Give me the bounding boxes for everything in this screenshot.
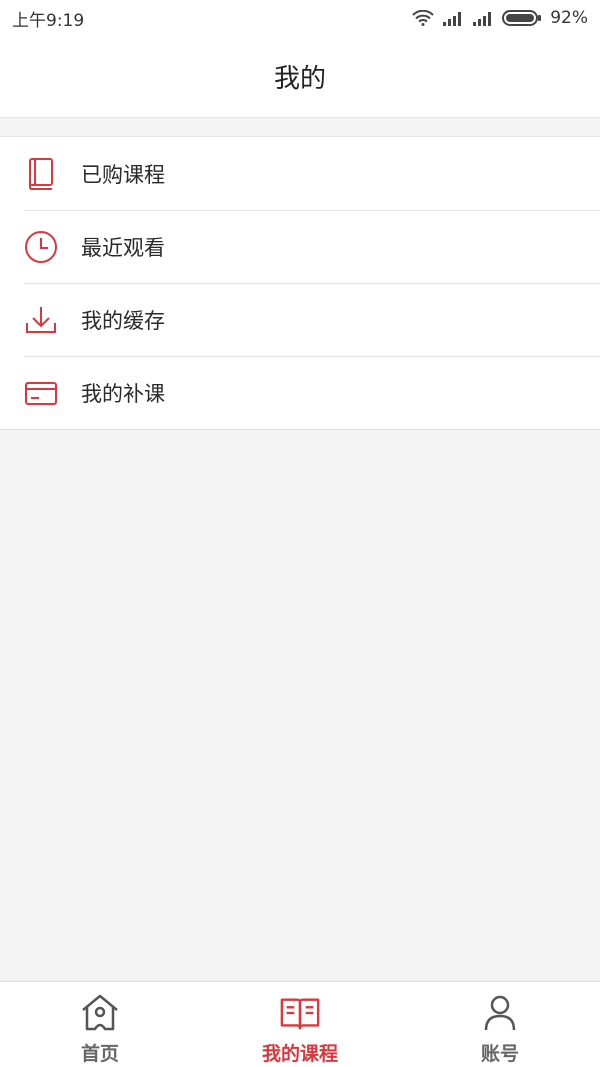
page-header: 我的 bbox=[0, 36, 600, 118]
home-icon bbox=[79, 992, 121, 1034]
signal-icon bbox=[442, 10, 464, 26]
menu-item-my-cache[interactable]: 我的缓存 bbox=[0, 283, 600, 356]
tab-account[interactable]: 账号 bbox=[400, 982, 600, 1067]
tab-label: 我的课程 bbox=[261, 1043, 338, 1065]
book-icon bbox=[24, 157, 58, 191]
tab-home[interactable]: 首页 bbox=[0, 982, 200, 1067]
menu-item-purchased-courses[interactable]: 已购课程 bbox=[0, 137, 600, 210]
tab-label: 账号 bbox=[480, 1043, 519, 1065]
card-icon bbox=[24, 376, 58, 410]
user-icon bbox=[479, 992, 521, 1034]
bottom-tab-bar: 首页 我的课程 账号 bbox=[0, 981, 600, 1067]
menu-item-recently-watched[interactable]: 最近观看 bbox=[0, 210, 600, 283]
menu-item-label: 已购课程 bbox=[81, 162, 165, 187]
download-icon bbox=[24, 303, 58, 337]
menu-item-label: 最近观看 bbox=[81, 235, 165, 260]
wifi-icon bbox=[412, 10, 434, 26]
tab-label: 首页 bbox=[80, 1043, 119, 1065]
clock-icon bbox=[24, 230, 58, 264]
status-indicators: 92% bbox=[412, 8, 588, 28]
signal-icon-2 bbox=[472, 10, 494, 26]
menu-item-label: 我的补课 bbox=[81, 381, 165, 406]
battery-icon bbox=[502, 9, 542, 27]
tab-my-courses[interactable]: 我的课程 bbox=[200, 982, 400, 1067]
battery-percentage: 92% bbox=[550, 8, 588, 28]
status-bar: 上午9:19 92% bbox=[0, 0, 600, 36]
menu-item-makeup-classes[interactable]: 我的补课 bbox=[0, 356, 600, 429]
menu-list: 已购课程 最近观看 我的缓存 我的补课 bbox=[0, 136, 600, 430]
open-book-icon bbox=[279, 992, 321, 1034]
menu-item-label: 我的缓存 bbox=[81, 308, 165, 333]
status-time: 上午9:19 bbox=[12, 10, 85, 31]
page-title: 我的 bbox=[273, 64, 326, 94]
